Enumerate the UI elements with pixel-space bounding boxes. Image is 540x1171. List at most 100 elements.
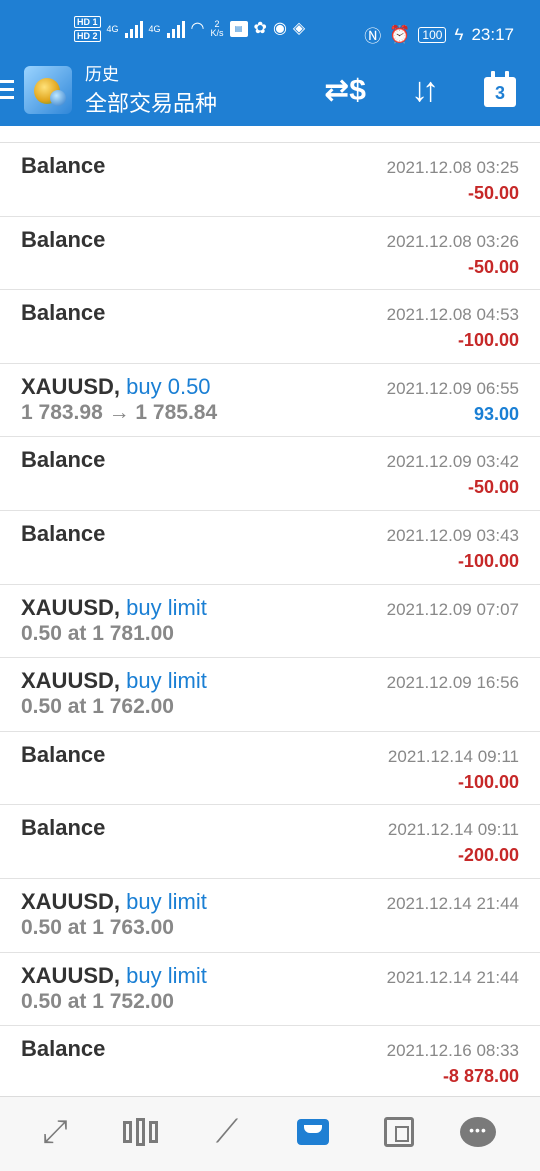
symbol-name: Balance [21, 815, 106, 841]
symbol-name: Balance [21, 226, 106, 252]
calendar-icon: 3 [484, 71, 516, 107]
signal-1-icon [124, 20, 143, 38]
row-time: 2021.12.08 03:26 [386, 231, 519, 251]
symbol-name: Balance [21, 521, 106, 546]
row-amount: -100.00 [457, 330, 519, 351]
history-row[interactable]: XAUUSD, buy limit 0.50 at 1 752.00 2021.12… [0, 953, 540, 1027]
network-type-2: 4G [148, 23, 161, 34]
order-type: buy 0.50 [126, 373, 211, 399]
symbol-name: Balance [21, 1036, 106, 1062]
row-time: 2021.12.08 03:25 [386, 158, 519, 177]
row-time: 2021.12.09 16:56 [386, 673, 519, 693]
symbol-name: XAUUSD, [21, 594, 121, 620]
row-time: 2021.12.09 07:07 [386, 599, 519, 619]
row-time: 2021.12.14 09:11 [387, 820, 519, 840]
symbol-name: XAUUSD, [21, 889, 121, 914]
history-row[interactable]: Balance 2021.12.16 08:33 -8 878.00 [0, 1026, 540, 1096]
symbol-name: Balance [21, 300, 106, 326]
history-row[interactable]: Balance 2021.12.14 09:11 -100.00 [0, 732, 540, 806]
status-bar: HD 1 HD 2 4G 4G ◠ 2 K/s ▤ ✿ ◉ ◈ Ⓝ ⏰ 100 … [0, 0, 540, 62]
row-symbol: Balance [21, 300, 105, 326]
row-detail: 0.50 at 1 781.00 [21, 621, 174, 645]
row-amount: -200.00 [457, 845, 519, 866]
order-type: buy limit [126, 889, 207, 914]
row-time: 2021.12.09 03:42 [386, 452, 519, 472]
sort-icon[interactable]: ↓↑ [400, 68, 444, 112]
history-row[interactable]: Balance 2021.12.09 03:42 -50.00 [0, 437, 540, 511]
net-speed-unit: K/s [210, 28, 224, 38]
row-symbol: XAUUSD, buy limit [21, 963, 207, 989]
trade-icon[interactable]: ⟋ [197, 1109, 257, 1155]
sim2-indicator: HD 2 [74, 30, 101, 42]
row-detail: 1 783.98 → 1 785.84 [21, 400, 218, 424]
news-icon[interactable] [369, 1109, 429, 1155]
row-symbol: Balance [21, 227, 105, 253]
row-amount: 93.00 [473, 403, 519, 424]
row-symbol: XAUUSD, buy limit [21, 595, 207, 621]
history-row[interactable]: Balance 2021.12.14 09:11 -200.00 [0, 805, 540, 879]
row-symbol: Balance [21, 742, 105, 768]
row-symbol: XAUUSD, buy limit [21, 889, 207, 915]
wifi-icon: ◠ [190, 20, 205, 37]
clock: 23:17 [471, 24, 514, 44]
history-icon[interactable] [283, 1109, 343, 1155]
row-time: 2021.12.16 08:33 [386, 1041, 519, 1061]
symbol-name: Balance [21, 741, 106, 767]
row-symbol: Balance [21, 1036, 105, 1062]
page-title: 历史 [85, 65, 119, 84]
row-detail: 0.50 at 1 752.00 [21, 989, 174, 1013]
row-amount: -50.00 [467, 256, 519, 277]
battery-level: 100 [418, 26, 447, 43]
symbol-filter[interactable]: 全部交易品种 [85, 90, 217, 118]
row-amount: -50.00 [467, 183, 519, 203]
signal-2-icon [166, 20, 185, 38]
metatrader-logo-icon[interactable] [24, 66, 72, 114]
row-detail: 0.50 at 1 763.00 [21, 916, 174, 939]
history-row[interactable]: Balance 2021.12.09 03:43 -100.00 [0, 511, 540, 585]
nfc-icon: Ⓝ [364, 27, 382, 46]
symbol-name: XAUUSD, [21, 373, 121, 399]
row-time: 2021.12.09 06:55 [386, 378, 519, 398]
charging-icon: ϟ [454, 24, 464, 44]
row-detail: 0.50 at 1 762.00 [21, 695, 174, 719]
symbol-name: XAUUSD, [21, 668, 121, 694]
row-symbol: Balance [21, 521, 105, 547]
history-row[interactable]: Balance 2021.12.08 03:25 -50.00 [0, 143, 540, 217]
row-symbol: Balance [21, 153, 105, 179]
history-row[interactable]: Balance 2021.12.08 04:53 -100.00 [0, 290, 540, 364]
history-row[interactable]: XAUUSD, buy 0.50 1 783.98 → 1 785.84 2021.… [0, 364, 540, 438]
row-symbol: Balance [21, 815, 105, 841]
history-row[interactable]: XAUUSD, buy limit 0.50 at 1 762.00 2021.12… [0, 658, 540, 732]
symbol-name: Balance [21, 153, 106, 178]
history-row[interactable]: XAUUSD, buy limit 0.50 at 1 763.00 2021.12… [0, 879, 540, 953]
row-symbol: Balance [21, 447, 105, 473]
currency-exchange-icon[interactable]: ⇄$ [324, 68, 366, 112]
history-row[interactable]: Balance 2021.12.08 03:26 -50.00 [0, 217, 540, 291]
quotes-icon[interactable]: ⤢ [25, 1109, 85, 1155]
chart-icon[interactable] [110, 1109, 170, 1155]
row-time: 2021.12.08 04:53 [386, 305, 519, 325]
symbol-name: XAUUSD, [21, 962, 121, 988]
app-notification-icon: ▤ [229, 21, 248, 37]
chat-icon[interactable]: ••• [448, 1109, 508, 1155]
network-type-1: 4G [106, 23, 119, 34]
calendar-button[interactable]: 3 [482, 68, 518, 112]
order-type: buy limit [126, 962, 207, 988]
row-time: 2021.12.09 03:43 [386, 526, 519, 545]
app-bar: 历史 全部交易品种 ⇄$ ↓↑ 3 [0, 62, 540, 126]
row-amount: -50.00 [467, 477, 519, 498]
history-row[interactable]: XAUUSD, buy limit 0.50 at 1 781.00 2021.12… [0, 585, 540, 659]
order-type: buy limit [126, 594, 207, 620]
menu-icon[interactable] [0, 80, 16, 106]
weibo-icon: ◉ [272, 20, 287, 37]
order-type: buy limit [126, 668, 207, 694]
alarm-icon: ⏰ [389, 24, 411, 44]
row-symbol: XAUUSD, buy 0.50 [21, 374, 211, 400]
status-right: Ⓝ ⏰ 100 ϟ 23:17 [364, 22, 514, 47]
row-amount: -100.00 [457, 551, 519, 571]
browser-icon: ◈ [292, 20, 306, 37]
history-list[interactable]: Balance 2021.12.08 03:25 -50.00 Balance 2021… [0, 126, 540, 1096]
sim1-indicator: HD 1 [74, 16, 101, 28]
bottom-nav: ⤢ ⟋ ••• [0, 1096, 540, 1171]
row-time: 2021.12.14 21:44 [386, 894, 519, 913]
